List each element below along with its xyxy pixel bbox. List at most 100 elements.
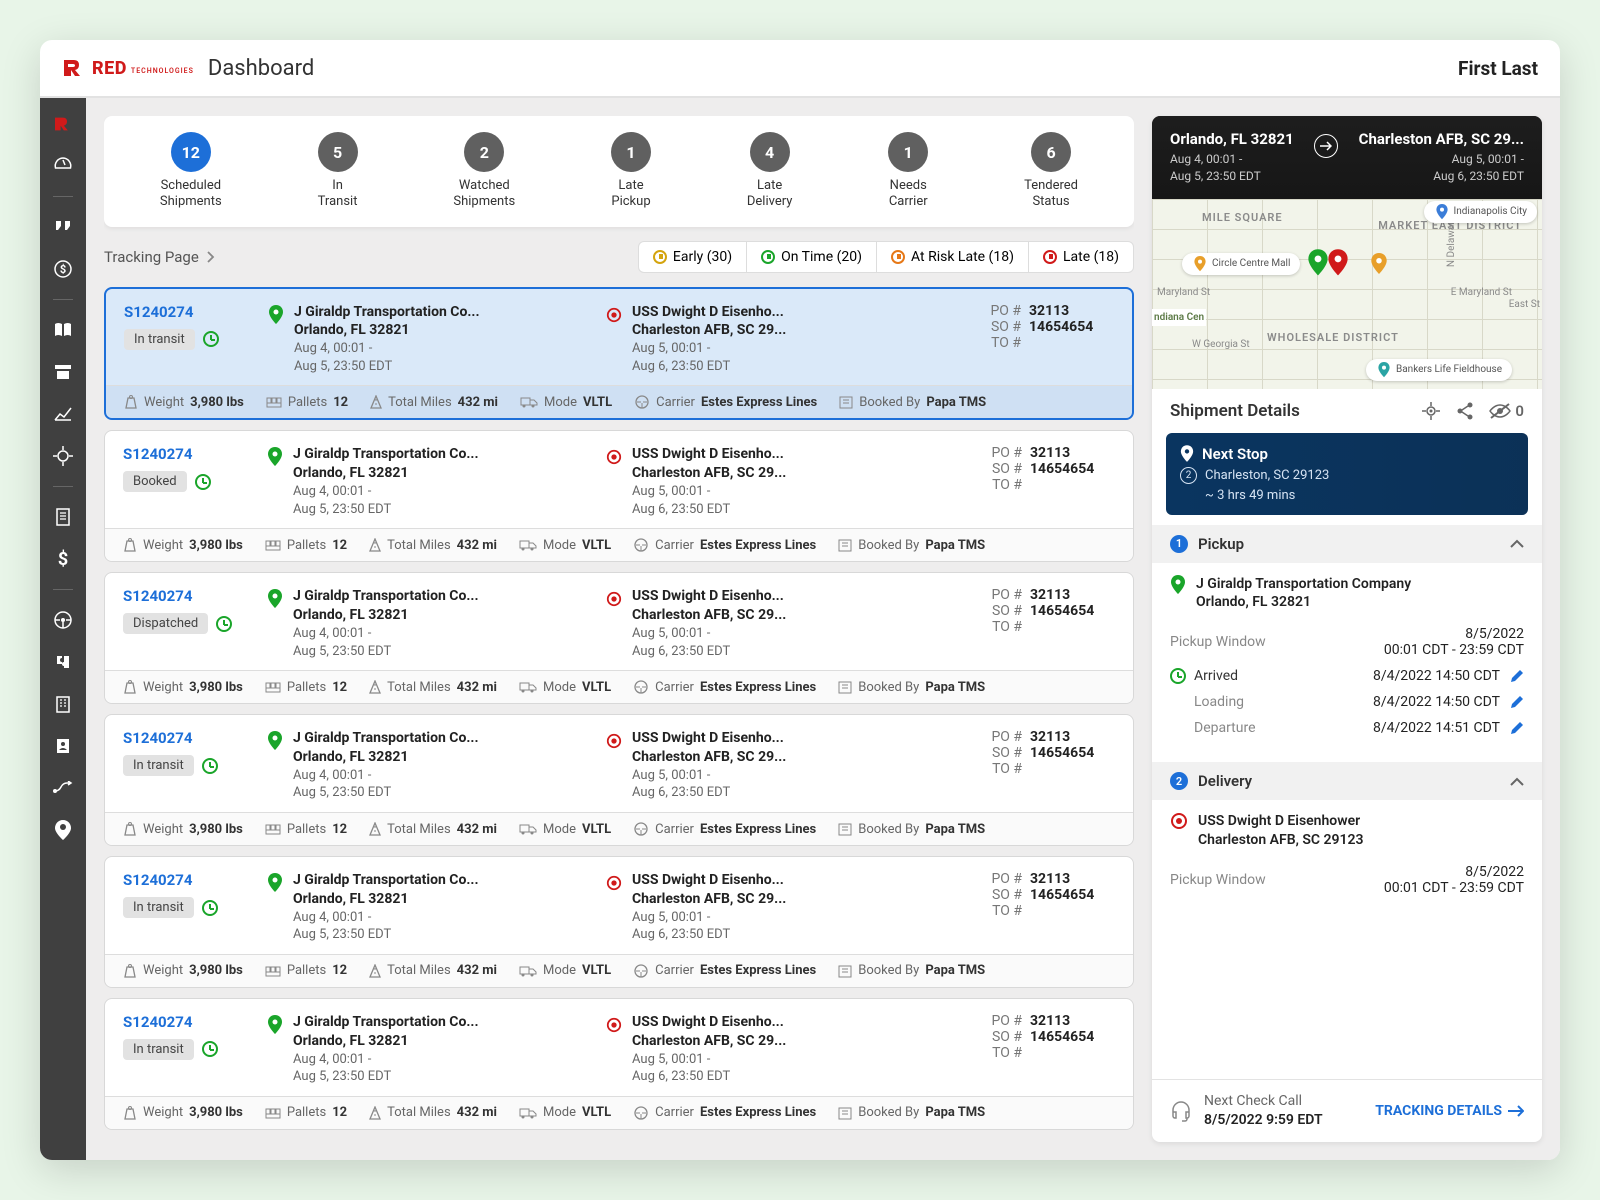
stat-late[interactable]: 4LateDelivery [747, 132, 793, 211]
filter-yellow[interactable]: Early (30) [638, 241, 747, 273]
shipment-id[interactable]: S1240274 [124, 303, 254, 321]
shipment-card[interactable]: S1240274 In transit J Giraldp Transporta… [104, 714, 1134, 846]
weight-icon [124, 395, 138, 409]
clock-icon [202, 1041, 218, 1057]
chart-icon[interactable] [51, 402, 75, 426]
stat-needs[interactable]: 1NeedsCarrier [888, 132, 928, 211]
chevron-up-icon[interactable] [1510, 777, 1524, 786]
origin-pin-icon [268, 305, 284, 325]
currency-icon[interactable]: $ [51, 257, 75, 281]
pallet-icon [265, 823, 281, 835]
tracking-details-link[interactable]: TRACKING DETAILS [1375, 1103, 1524, 1119]
building-icon[interactable] [51, 692, 75, 716]
status-chip: In transit [123, 755, 194, 776]
rail-logo-icon[interactable] [51, 112, 75, 136]
status-chip: In transit [123, 1039, 194, 1060]
shipment-card[interactable]: S1240274 In transit J Giraldp Transporta… [104, 287, 1134, 421]
brand-text: RED [92, 58, 127, 79]
shipment-card[interactable]: S1240274 In transit J Giraldp Transporta… [104, 998, 1134, 1130]
route-arrow-icon [1314, 134, 1338, 158]
chevron-up-icon[interactable] [1510, 539, 1524, 548]
stat-in[interactable]: 5InTransit [318, 132, 358, 211]
map-view[interactable]: MILE SQUARE MARKET EAST DISTRICT WHOLESA… [1152, 199, 1542, 389]
dest-target-icon [606, 1015, 622, 1035]
dashboard-icon[interactable] [51, 154, 75, 178]
map-marker-red-icon [1327, 249, 1349, 277]
shipment-card[interactable]: S1240274 In transit J Giraldp Transporta… [104, 856, 1134, 988]
origin-pin-icon [267, 447, 283, 467]
shipment-id[interactable]: S1240274 [123, 1013, 253, 1031]
quote-icon[interactable] [51, 215, 75, 239]
clock-orange-icon [891, 250, 905, 264]
filter-red[interactable]: Late (18) [1029, 241, 1134, 273]
edit-icon[interactable] [1510, 721, 1524, 735]
steering-icon[interactable] [51, 608, 75, 632]
map-poi-lucas[interactable]: Bankers Life Fieldhouse [1366, 359, 1512, 381]
booked-icon [838, 538, 852, 552]
locate-icon[interactable] [1421, 401, 1441, 421]
shipment-id[interactable]: S1240274 [123, 445, 253, 463]
shipment-list[interactable]: S1240274 In transit J Giraldp Transporta… [104, 287, 1134, 1143]
book-icon[interactable] [51, 318, 75, 342]
map-poi-indy[interactable]: Indianapolis City [1424, 201, 1537, 223]
booked-icon [838, 822, 852, 836]
route-icon[interactable] [51, 776, 75, 800]
puzzle-icon[interactable] [51, 650, 75, 674]
logo-icon [62, 58, 86, 78]
breadcrumb-label: Tracking Page [104, 248, 199, 266]
miles-icon [369, 964, 381, 978]
weight-icon [123, 680, 137, 694]
archive-icon[interactable] [51, 360, 75, 384]
share-icon[interactable] [1455, 401, 1475, 421]
pallet-icon [265, 965, 281, 977]
stat-scheduled[interactable]: 12ScheduledShipments [160, 132, 222, 211]
filter-green[interactable]: On Time (20) [747, 241, 877, 273]
stat-tendered[interactable]: 6TenderedStatus [1024, 132, 1078, 211]
delivery-head[interactable]: 2 Delivery [1152, 762, 1542, 800]
pin-icon [1180, 445, 1194, 463]
watch-toggle[interactable]: 0 [1489, 402, 1524, 420]
pickup-head[interactable]: 1 Pickup [1152, 525, 1542, 563]
shipment-card[interactable]: S1240274 Booked J Giraldp Transportation… [104, 430, 1134, 562]
dest-target-icon [606, 589, 622, 609]
pallet-icon [265, 539, 281, 551]
target-icon[interactable] [51, 444, 75, 468]
truck-icon [519, 823, 537, 835]
origin-pin-icon [267, 873, 283, 893]
user-menu[interactable]: First Last [1458, 57, 1538, 80]
brand-logo[interactable]: RED TECHNOLOGIES [62, 58, 194, 79]
clock-icon [195, 474, 211, 490]
detail-footer: Next Check Call8/5/2022 9:59 EDT TRACKIN… [1152, 1079, 1542, 1142]
clock-green-icon [761, 250, 775, 264]
weight-icon [123, 964, 137, 978]
location-icon[interactable] [51, 818, 75, 842]
eye-off-icon [1489, 403, 1511, 419]
truck-icon [519, 1107, 537, 1119]
clock-red-icon [1043, 250, 1057, 264]
status-filter-tabs: Early (30)On Time (20)At Risk Late (18)L… [638, 241, 1134, 273]
edit-icon[interactable] [1510, 669, 1524, 683]
app-frame: RED TECHNOLOGIES Dashboard First Last $ … [40, 40, 1560, 1160]
stat-watched[interactable]: 2WatchedShipments [453, 132, 515, 211]
contact-icon[interactable] [51, 734, 75, 758]
shipment-id[interactable]: S1240274 [123, 871, 253, 889]
next-stop-card: Next Stop 2Charleston, SC 29123 ~ 3 hrs … [1166, 433, 1528, 515]
origin-pin-icon [267, 589, 283, 609]
shipment-id[interactable]: S1240274 [123, 729, 253, 747]
breadcrumb[interactable]: Tracking Page [104, 248, 215, 266]
stat-late[interactable]: 1LatePickup [611, 132, 651, 211]
filter-row: Tracking Page Early (30)On Time (20)At R… [104, 241, 1134, 273]
body: $ $ 12ScheduledShipments 5InTransit 2Watch… [40, 98, 1560, 1160]
dollar-icon[interactable]: $ [51, 547, 75, 571]
route-dest-title: Charleston AFB, SC 29... [1359, 130, 1524, 148]
edit-icon[interactable] [1510, 695, 1524, 709]
miles-icon [369, 822, 381, 836]
map-poi-circle-centre[interactable]: Circle Centre Mall [1182, 253, 1300, 275]
booked-icon [839, 395, 853, 409]
pallet-icon [265, 1107, 281, 1119]
shipment-card[interactable]: S1240274 Dispatched J Giraldp Transporta… [104, 572, 1134, 704]
document-icon[interactable] [51, 505, 75, 529]
shipment-id[interactable]: S1240274 [123, 587, 253, 605]
stats-bar: 12ScheduledShipments 5InTransit 2WatchedSh… [104, 116, 1134, 227]
filter-orange[interactable]: At Risk Late (18) [877, 241, 1029, 273]
